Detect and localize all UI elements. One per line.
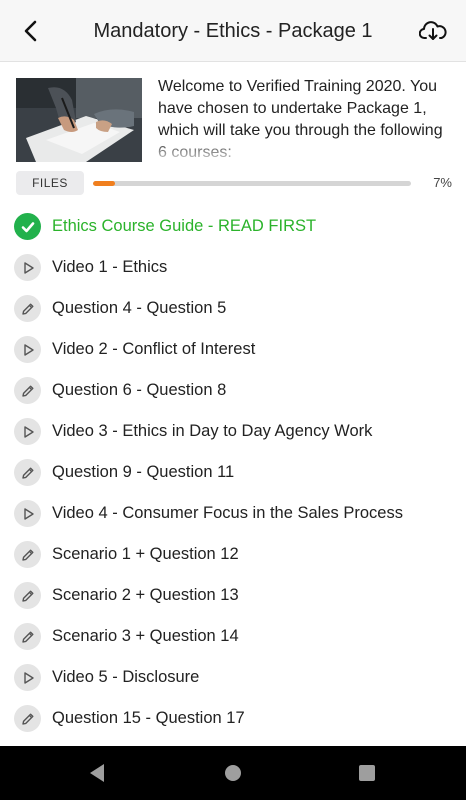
question-status-icon: [14, 705, 41, 732]
back-chevron-icon: [24, 20, 37, 42]
course-item[interactable]: Scenario 3 + Question 14: [0, 616, 466, 657]
course-item-label: Question 9 - Question 11: [52, 463, 235, 481]
play-icon: [23, 425, 34, 438]
progress-row: FILES 7%: [16, 171, 452, 195]
course-item[interactable]: Video 2 - Conflict of Interest: [0, 329, 466, 370]
course-item[interactable]: Question 15 - Question 17: [0, 698, 466, 739]
system-nav-bar: [0, 746, 466, 800]
play-icon: [23, 671, 34, 684]
app-header: Mandatory - Ethics - Package 1: [0, 0, 466, 62]
course-item-label: Video 1 - Ethics: [52, 258, 168, 276]
course-list: Ethics Course Guide - READ FIRST Video 1 …: [0, 206, 466, 739]
progress-percent: 7%: [433, 175, 452, 190]
course-item[interactable]: Video 4 - Consumer Focus in the Sales Pr…: [0, 493, 466, 534]
pencil-icon: [21, 590, 33, 602]
course-item-label: Question 6 - Question 8: [52, 381, 227, 399]
files-button[interactable]: FILES: [16, 171, 84, 195]
play-icon: [23, 343, 34, 356]
course-item-label: Scenario 3 + Question 14: [52, 627, 239, 645]
progress-bar: [93, 181, 411, 186]
question-status-icon: [14, 623, 41, 650]
video-status-icon: [14, 664, 41, 691]
course-item-label: Question 15 - Question 17: [52, 709, 245, 727]
question-status-icon: [14, 582, 41, 609]
video-status-icon: [14, 500, 41, 527]
question-status-icon: [14, 295, 41, 322]
nav-back-button[interactable]: [82, 758, 112, 788]
pencil-icon: [21, 631, 33, 643]
intro-text-fade: [158, 138, 452, 164]
course-item-label: Ethics Course Guide - READ FIRST: [52, 217, 317, 235]
course-item-label: Video 5 - Disclosure: [52, 668, 200, 686]
course-item[interactable]: Question 4 - Question 5: [0, 288, 466, 329]
course-item[interactable]: Question 9 - Question 11: [0, 452, 466, 493]
square-recents-icon: [359, 765, 375, 781]
question-status-icon: [14, 459, 41, 486]
course-item-label: Video 3 - Ethics in Day to Day Agency Wo…: [52, 422, 373, 440]
triangle-back-icon: [90, 764, 104, 782]
course-item-label: Video 4 - Consumer Focus in the Sales Pr…: [52, 504, 403, 522]
pencil-icon: [21, 549, 33, 561]
course-item-label: Scenario 1 + Question 12: [52, 545, 239, 563]
nav-home-button[interactable]: [218, 758, 248, 788]
course-item[interactable]: Scenario 1 + Question 12: [0, 534, 466, 575]
nav-recents-button[interactable]: [352, 758, 382, 788]
package-intro: Welcome to Verified Training 2020. You h…: [16, 76, 452, 164]
course-item-label: Question 4 - Question 5: [52, 299, 227, 317]
video-status-icon: [14, 254, 41, 281]
question-status-icon: [14, 541, 41, 568]
video-status-icon: [14, 418, 41, 445]
question-status-icon: [14, 377, 41, 404]
course-item[interactable]: Video 1 - Ethics: [0, 247, 466, 288]
course-item[interactable]: Video 5 - Disclosure: [0, 657, 466, 698]
package-thumbnail: [16, 78, 142, 162]
course-item[interactable]: Scenario 2 + Question 13: [0, 575, 466, 616]
back-button[interactable]: [14, 14, 48, 48]
completed-status-icon: [14, 213, 41, 240]
page-title: Mandatory - Ethics - Package 1: [93, 20, 373, 42]
check-icon: [21, 221, 34, 232]
course-item[interactable]: Video 3 - Ethics in Day to Day Agency Wo…: [0, 411, 466, 452]
pencil-icon: [21, 713, 33, 725]
pencil-icon: [21, 303, 33, 315]
video-status-icon: [14, 336, 41, 363]
play-icon: [23, 261, 34, 274]
circle-home-icon: [225, 765, 241, 781]
pencil-icon: [21, 467, 33, 479]
pencil-icon: [21, 385, 33, 397]
play-icon: [23, 507, 34, 520]
progress-bar-fill: [93, 181, 116, 186]
cloud-download-icon: [419, 21, 447, 40]
course-item[interactable]: Question 6 - Question 8: [0, 370, 466, 411]
course-item-label: Video 2 - Conflict of Interest: [52, 340, 256, 358]
course-item-label: Scenario 2 + Question 13: [52, 586, 239, 604]
course-item[interactable]: Ethics Course Guide - READ FIRST: [0, 206, 466, 247]
download-button[interactable]: [416, 14, 450, 48]
